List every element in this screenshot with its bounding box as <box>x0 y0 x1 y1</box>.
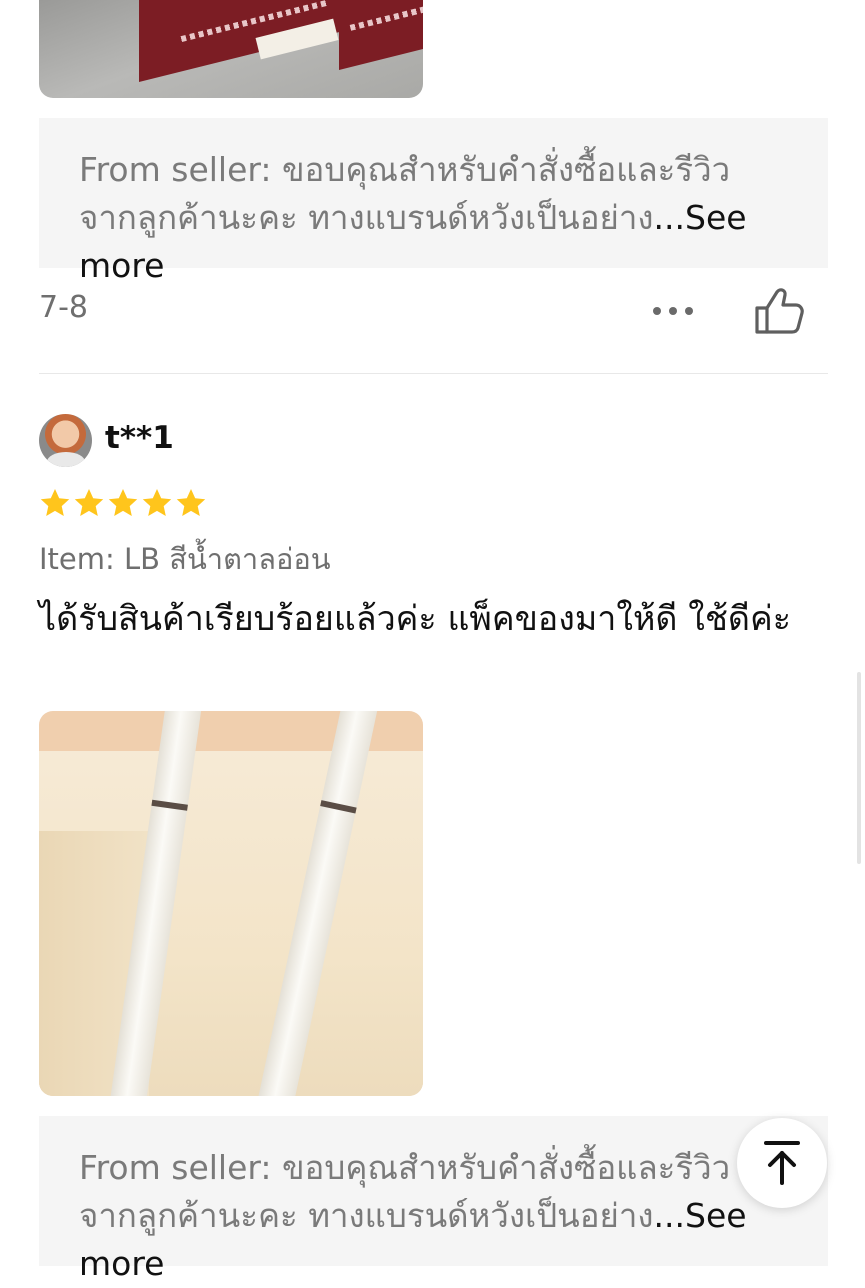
review-text: ได้รับสินค้าเรียบร้อยแล้วค่ะ แพ็คของมาให… <box>39 599 792 639</box>
star-icon <box>108 489 138 516</box>
dot <box>653 307 661 315</box>
seller-reply-box: From seller: ขอบคุณสำหรับคำสั่งซื้อและรี… <box>39 118 828 285</box>
star-icon <box>40 489 70 516</box>
seller-reply-prefix: From seller: <box>79 150 272 189</box>
scroll-to-top-button[interactable] <box>737 1118 827 1208</box>
avatar <box>39 414 92 467</box>
more-horizontal-icon[interactable] <box>653 296 693 326</box>
review-meta-row: 7-8 <box>39 286 828 336</box>
reviewer-username: t**1 <box>105 420 174 456</box>
star-icon <box>142 489 172 516</box>
scrollbar[interactable] <box>857 672 861 864</box>
seller-reply-box: From seller: ขอบคุณสำหรับคำสั่งซื้อและรี… <box>39 1116 828 1283</box>
item-variant: Item: LB สีน้ำตาลอ่อน <box>39 542 331 576</box>
previous-review-photo[interactable] <box>39 0 423 98</box>
thumbs-up-icon[interactable] <box>753 286 805 336</box>
avatar-shirt <box>47 452 85 467</box>
pencil-band <box>151 799 188 811</box>
star-icon <box>176 489 206 516</box>
pencil-band <box>320 800 357 814</box>
seller-reply-prefix: From seller: <box>79 1148 272 1187</box>
dot <box>685 307 693 315</box>
dot <box>669 307 677 315</box>
arrow-up-to-top-icon <box>764 1141 800 1185</box>
star-icon <box>74 489 104 516</box>
review-divider <box>39 373 828 374</box>
rating-stars <box>39 487 207 519</box>
review-date: 7-8 <box>39 290 88 325</box>
review-photo[interactable] <box>39 711 423 1096</box>
